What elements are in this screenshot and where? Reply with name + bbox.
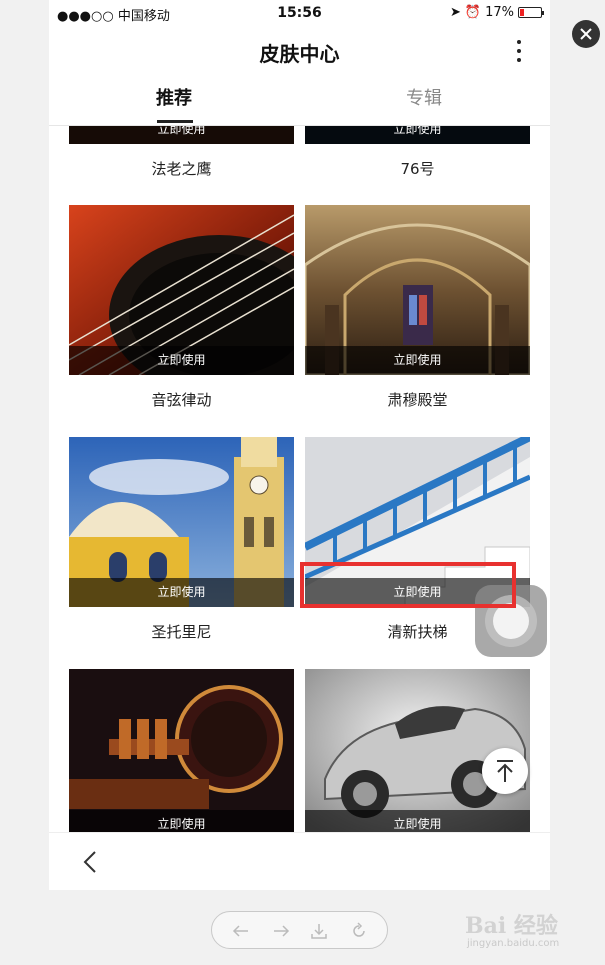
skin-name: 圣托里尼 <box>151 623 212 641</box>
use-now-button[interactable]: 立即使用 <box>69 126 294 144</box>
status-right: ➤ ⏰ 17% <box>450 5 544 20</box>
use-now-button[interactable]: 立即使用 <box>69 578 294 607</box>
use-now-button[interactable]: 立即使用 <box>69 346 294 375</box>
battery-icon <box>518 7 544 18</box>
skin-name: 法老之鹰 <box>151 160 212 178</box>
baidu-watermark: Bai 经验 jingyan.baidu.com <box>465 900 605 960</box>
use-now-button[interactable]: 立即使用 <box>305 810 530 832</box>
page-title: 皮肤中心 <box>259 42 340 66</box>
use-now-button[interactable]: 立即使用 <box>305 346 530 375</box>
skin-thumbnail[interactable]: 立即使用 <box>305 126 530 144</box>
back-arrow-icon[interactable] <box>79 849 103 875</box>
browser-back-icon[interactable] <box>232 922 250 940</box>
bottom-bar <box>49 832 550 890</box>
skin-name: 音弦律动 <box>151 391 212 409</box>
tab-bar: 推荐 专辑 <box>49 76 550 126</box>
active-tab-indicator <box>157 120 193 123</box>
skin-thumbnail[interactable]: 立即使用 <box>305 205 530 375</box>
browser-controls <box>211 911 388 949</box>
status-bar: ●●●○○ 中国移动 15:56 ➤ ⏰ 17% <box>49 0 550 26</box>
more-options-icon[interactable] <box>514 40 524 62</box>
download-icon[interactable] <box>310 922 328 940</box>
refresh-icon[interactable] <box>350 922 368 940</box>
tab-recommend[interactable]: 推荐 <box>49 84 299 110</box>
location-icon: ➤ <box>450 5 461 20</box>
skin-thumbnail[interactable]: 立即使用 <box>69 437 294 607</box>
skin-grid: 立即使用 法老之鹰 立即使用 76号 立即使用 音弦律动 立即使用 肃穆殿堂 立… <box>49 126 550 832</box>
close-icon[interactable] <box>572 20 600 48</box>
skin-thumbnail[interactable]: 立即使用 <box>69 126 294 144</box>
watermark-url: jingyan.baidu.com <box>467 938 560 949</box>
skin-name: 肃穆殿堂 <box>387 391 448 409</box>
alarm-icon: ⏰ <box>464 5 482 20</box>
battery-percent: 17% <box>485 5 514 20</box>
title-bar: 皮肤中心 <box>49 26 550 76</box>
highlight-annotation <box>300 562 516 608</box>
skin-name: 76号 <box>400 160 435 178</box>
use-now-button[interactable]: 立即使用 <box>69 810 294 832</box>
browser-forward-icon[interactable] <box>272 922 290 940</box>
phone-frame: ●●●○○ 中国移动 15:56 ➤ ⏰ 17% 皮肤中心 推荐 专辑 立即使用… <box>49 0 550 890</box>
back-to-top-icon[interactable] <box>482 748 528 794</box>
skin-thumbnail[interactable]: 立即使用 <box>69 669 294 832</box>
tab-album[interactable]: 专辑 <box>299 84 549 110</box>
use-now-button[interactable]: 立即使用 <box>305 126 530 144</box>
skin-thumbnail[interactable]: 立即使用 <box>69 205 294 375</box>
watermark-logo-text: Bai 经验 <box>465 913 558 939</box>
